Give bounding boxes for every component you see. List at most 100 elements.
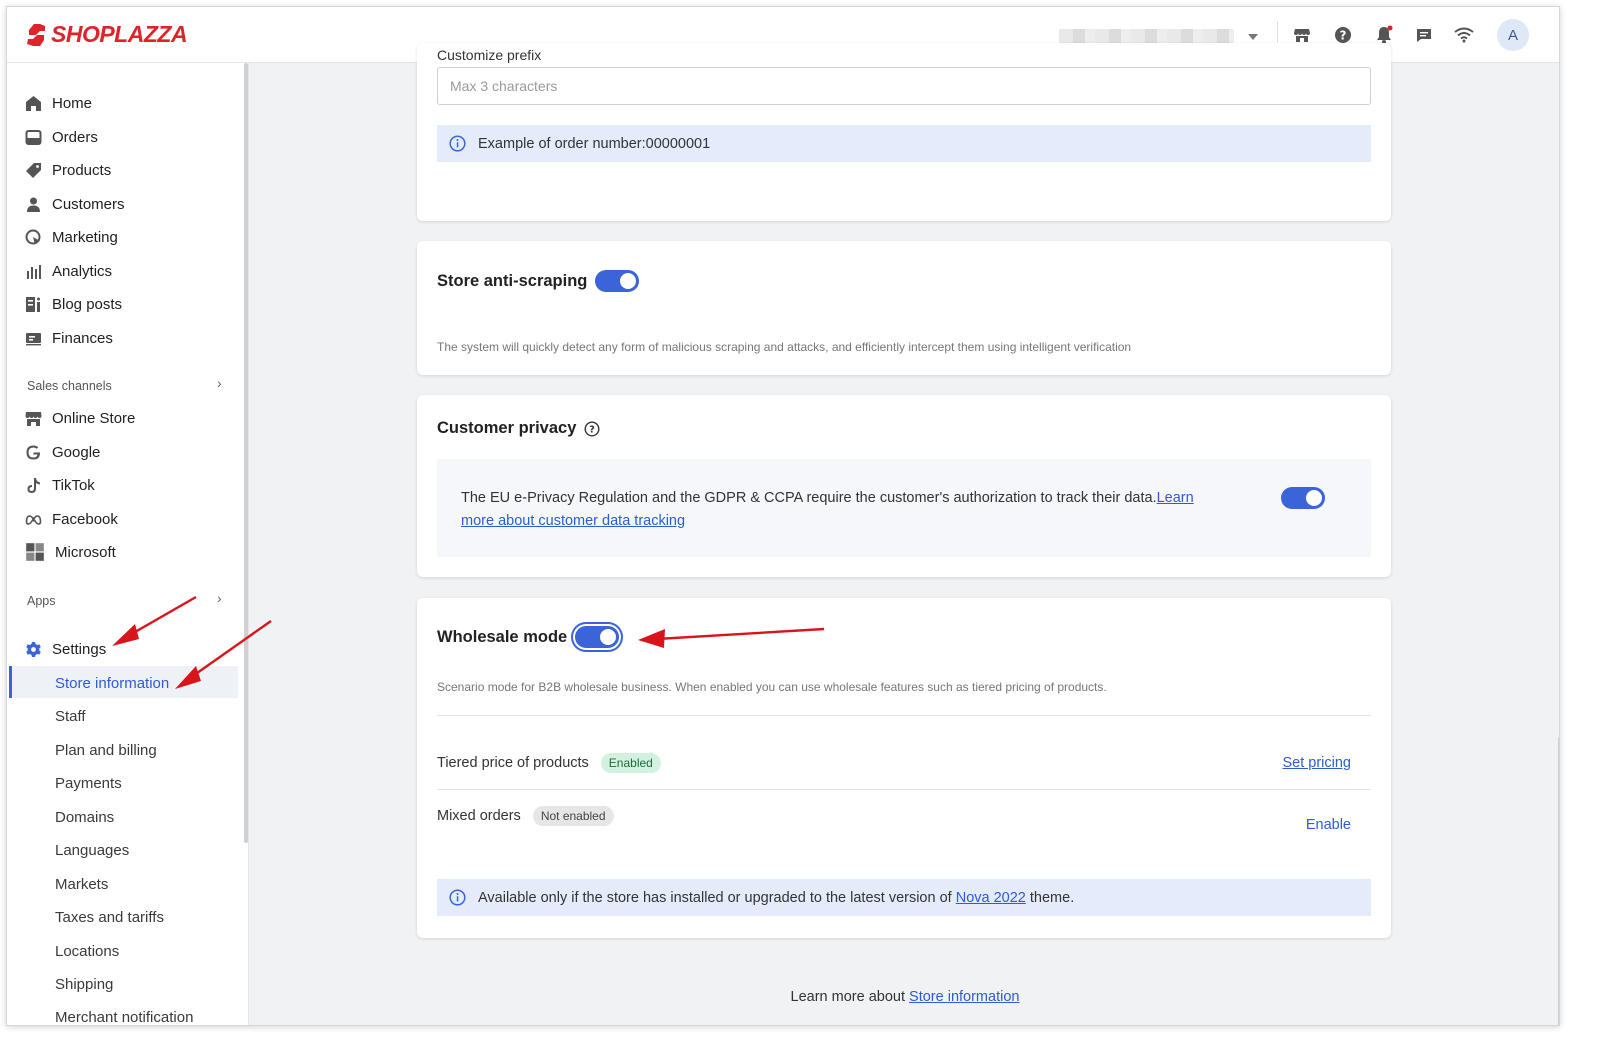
privacy-notice: The EU e-Privacy Regulation and the GDPR… <box>461 487 1221 533</box>
gear-icon <box>26 641 41 657</box>
sidebar-item-domains[interactable]: Domains <box>55 809 114 826</box>
sidebar-item-analytics[interactable]: Analytics <box>25 259 112 283</box>
sidebar-item-label: Microsoft <box>55 543 116 561</box>
info-icon <box>449 135 466 152</box>
bar-chart-icon <box>27 264 41 279</box>
order-example-notice: Example of order number:00000001 <box>437 125 1371 162</box>
sidebar-item-languages[interactable]: Languages <box>55 842 129 859</box>
message-icon[interactable] <box>1414 25 1434 45</box>
avatar[interactable]: A <box>1497 19 1529 51</box>
main-scrollbar[interactable] <box>1558 737 1559 1025</box>
logo-text: SHOPLAZZA <box>51 21 188 47</box>
customize-prefix-input[interactable] <box>437 67 1371 105</box>
nova-theme-notice: Available only if the store has installe… <box>437 879 1371 916</box>
chevron-right-icon[interactable]: › <box>217 375 222 391</box>
order-example-text: Example of order number:00000001 <box>478 135 711 152</box>
sidebar-item-label: Marketing <box>52 228 118 246</box>
wifi-icon[interactable] <box>1454 25 1474 45</box>
status-badge: Enabled <box>600 753 661 773</box>
sidebar-item-label: Finances <box>52 329 113 347</box>
sidebar-item-locations[interactable]: Locations <box>55 943 119 960</box>
store-icon[interactable] <box>1292 25 1312 45</box>
nova-2022-link[interactable]: Nova 2022 <box>956 890 1026 906</box>
sidebar-item-label: Orders <box>52 128 98 146</box>
sidebar-item-settings[interactable]: Settings <box>25 637 106 661</box>
wholesale-title: Wholesale mode <box>437 627 568 646</box>
sidebar-item-label: Products <box>52 161 112 179</box>
sidebar-item-plan-and-billing[interactable]: Plan and billing <box>55 742 157 759</box>
home-icon <box>26 95 41 111</box>
sidebar-item-label: Settings <box>52 640 107 658</box>
anti-scraping-title: Store anti-scraping <box>437 271 588 290</box>
sidebar-item-label: Google <box>52 443 101 461</box>
footer-prefix: Learn more about <box>790 989 905 1005</box>
anti-scraping-toggle[interactable] <box>595 270 640 292</box>
customer-privacy-title: Customer privacy <box>437 419 577 437</box>
sidebar-item-facebook[interactable]: Facebook <box>25 507 118 531</box>
help-icon[interactable]: ? <box>1333 25 1353 45</box>
tiktok-icon <box>27 477 40 493</box>
microsoft-icon <box>26 543 44 561</box>
enable-mixed-orders-button[interactable]: Enable <box>1306 817 1351 833</box>
sidebar-scrollbar[interactable] <box>244 63 248 843</box>
status-badge: Not enabled <box>532 806 614 826</box>
divider <box>437 715 1371 716</box>
tiered-price-label: Tiered price of products <box>437 755 589 771</box>
sidebar-item-label: Analytics <box>52 262 113 280</box>
sidebar-item-customers[interactable]: Customers <box>25 192 125 216</box>
sidebar-item-label: Online Store <box>52 409 136 427</box>
sidebar-item-markets[interactable]: Markets <box>55 876 108 893</box>
sidebar-item-products[interactable]: Products <box>25 158 111 182</box>
google-icon <box>26 445 41 459</box>
notice-text: Available only if the store has installe… <box>478 890 1074 906</box>
sidebar: Home Orders Products Customers Marketing… <box>7 63 249 1025</box>
order-number-card: Customize prefix Example of order number… <box>417 43 1391 221</box>
learn-more-footer: Learn more about Store information <box>249 989 1559 1005</box>
sidebar-item-store-information[interactable]: Store information <box>55 675 169 692</box>
divider <box>437 789 1371 790</box>
wholesale-mode-toggle[interactable] <box>575 626 620 648</box>
set-pricing-link[interactable]: Set pricing <box>1282 755 1351 771</box>
apps-label: Apps <box>27 594 56 608</box>
active-item-indicator <box>9 666 12 698</box>
main-content: Customize prefix Example of order number… <box>249 43 1559 1025</box>
info-icon <box>449 889 466 906</box>
sidebar-item-finances[interactable]: Finances <box>25 326 113 350</box>
svg-text:?: ? <box>590 424 596 435</box>
sidebar-item-google[interactable]: Google <box>25 440 100 464</box>
app-window: SHOPLAZZA ? A Home Orders Products Custo… <box>6 6 1560 1026</box>
sidebar-item-orders[interactable]: Orders <box>25 125 98 149</box>
wholesale-heading: Wholesale mode <box>437 626 620 648</box>
customer-privacy-toggle[interactable] <box>1281 487 1325 509</box>
sidebar-item-marketing[interactable]: Marketing <box>25 225 118 249</box>
wholesale-description: Scenario mode for B2B wholesale business… <box>437 680 1107 694</box>
sidebar-item-online-store[interactable]: Online Store <box>25 406 135 430</box>
sidebar-item-merchant-notification[interactable]: Merchant notification <box>55 1009 193 1025</box>
blog-icon <box>26 296 40 312</box>
sidebar-item-home[interactable]: Home <box>25 91 92 115</box>
sidebar-item-taxes-and-tariffs[interactable]: Taxes and tariffs <box>55 909 164 926</box>
sidebar-item-staff[interactable]: Staff <box>55 708 86 725</box>
marketing-icon <box>25 229 41 245</box>
chevron-right-icon[interactable]: › <box>217 590 222 606</box>
question-icon[interactable]: ? <box>584 420 600 437</box>
chevron-down-icon <box>1248 34 1258 40</box>
sidebar-item-payments[interactable]: Payments <box>55 775 122 792</box>
mixed-orders-label: Mixed orders <box>437 808 521 824</box>
wholesale-mode-card: Wholesale mode Scenario mode for B2B who… <box>417 598 1391 938</box>
tag-icon <box>26 162 41 178</box>
sidebar-item-microsoft[interactable]: Microsoft <box>25 540 116 564</box>
sidebar-item-label: TikTok <box>52 476 95 494</box>
privacy-text: The EU e-Privacy Regulation and the GDPR… <box>461 490 1157 506</box>
sidebar-item-blog-posts[interactable]: Blog posts <box>25 292 122 316</box>
shoplazza-logo[interactable]: SHOPLAZZA <box>25 21 188 48</box>
sidebar-item-shipping[interactable]: Shipping <box>55 976 113 993</box>
finance-icon <box>26 332 41 345</box>
customer-privacy-card: Customer privacy ? The EU e-Privacy Regu… <box>417 395 1391 577</box>
anti-scraping-card: Store anti-scraping The system will quic… <box>417 241 1391 375</box>
notice-text-after: theme. <box>1029 889 1075 906</box>
customer-privacy-heading: Customer privacy ? <box>437 419 600 438</box>
sidebar-item-tiktok[interactable]: TikTok <box>25 473 95 497</box>
notification-bell-icon[interactable] <box>1374 25 1394 45</box>
store-information-help-link[interactable]: Store information <box>909 989 1019 1005</box>
